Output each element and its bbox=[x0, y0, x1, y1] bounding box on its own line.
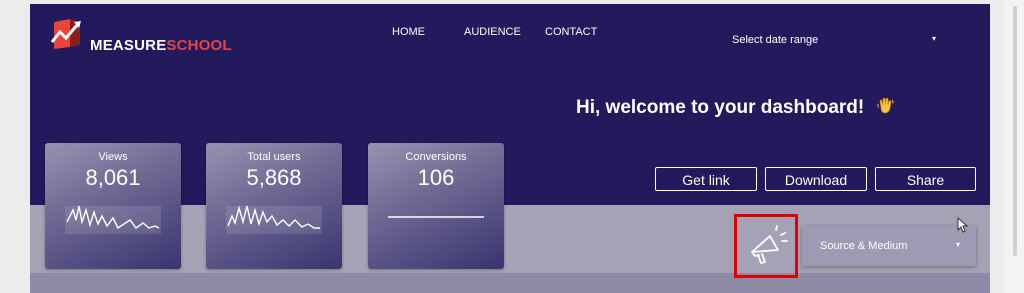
welcome-text: Hi, welcome to your dashboard! bbox=[576, 97, 865, 118]
scorecard-conversions: Conversions 106 bbox=[368, 143, 504, 269]
dashboard-frame: MEASURESCHOOL HOME AUDIENCE CONTACT Sele… bbox=[30, 4, 990, 293]
scorecard-value: 106 bbox=[417, 165, 455, 190]
source-medium-dropdown[interactable]: Source & Medium ▾ bbox=[802, 226, 976, 266]
chevron-down-icon: ▾ bbox=[931, 34, 936, 43]
megaphone-icon[interactable] bbox=[740, 220, 792, 272]
scorecard-title: Views bbox=[98, 151, 128, 163]
scorecard-views: Views 8,061 bbox=[45, 143, 181, 269]
scorecard-value: 5,868 bbox=[246, 165, 302, 190]
scorecard-total-users: Total users 5,868 bbox=[206, 143, 342, 269]
brand-name-part1: MEASURE bbox=[90, 37, 167, 54]
nav-home[interactable]: HOME bbox=[392, 26, 425, 38]
page-scrollbar-thumb[interactable] bbox=[1013, 6, 1017, 256]
scorecard-title: Total users bbox=[247, 151, 301, 163]
brand-name-part2: SCHOOL bbox=[166, 37, 232, 54]
brand-name[interactable]: MEASURESCHOOL bbox=[90, 37, 232, 54]
chevron-down-icon: ▾ bbox=[955, 240, 960, 249]
get-link-button[interactable]: Get link bbox=[655, 167, 757, 191]
scorecard-value: 8,061 bbox=[85, 165, 141, 190]
waving-hand-icon bbox=[876, 96, 896, 122]
views-sparkline bbox=[65, 205, 161, 234]
mouse-pointer-icon bbox=[957, 217, 969, 233]
download-button[interactable]: Download bbox=[765, 167, 867, 191]
nav-contact[interactable]: CONTACT bbox=[545, 26, 597, 38]
users-sparkline bbox=[226, 205, 322, 234]
nav-audience[interactable]: AUDIENCE bbox=[464, 26, 521, 38]
share-button[interactable]: Share bbox=[875, 167, 976, 191]
scorecard-title: Conversions bbox=[405, 151, 467, 163]
conversions-sparkline bbox=[388, 216, 484, 218]
date-range-label: Select date range bbox=[732, 34, 819, 46]
source-medium-label: Source & Medium bbox=[820, 240, 908, 252]
measureschool-logo-icon bbox=[50, 19, 81, 49]
date-range-select[interactable]: Select date range ▾ bbox=[730, 32, 940, 52]
lower-strip bbox=[30, 273, 990, 293]
welcome-heading: Hi, welcome to your dashboard! bbox=[576, 96, 896, 122]
